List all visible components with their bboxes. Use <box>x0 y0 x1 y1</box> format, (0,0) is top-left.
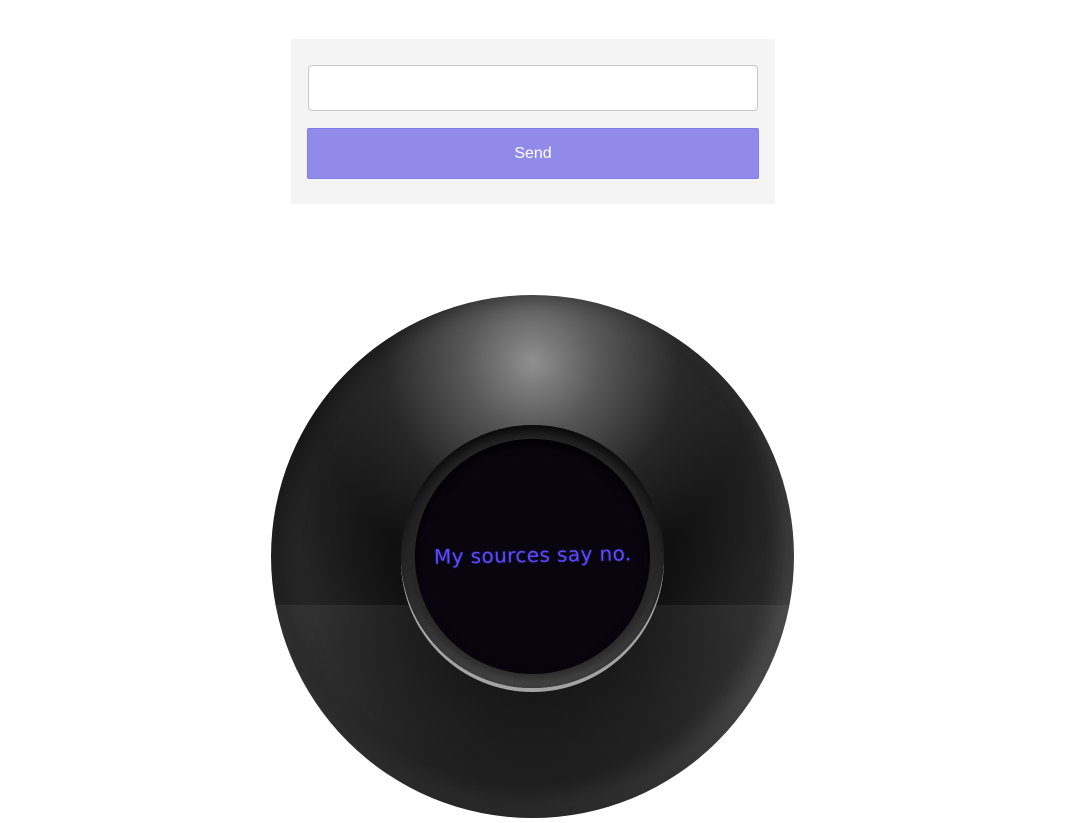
question-input[interactable] <box>308 65 758 111</box>
answer-window-ring: My sources say no. <box>401 425 664 688</box>
answer-window: My sources say no. <box>415 439 650 674</box>
answer-text: My sources say no. <box>433 541 632 569</box>
magic-eight-ball-page: Send My sources say no. <box>0 0 1083 823</box>
magic-eight-ball: My sources say no. <box>271 295 794 818</box>
question-form: Send <box>291 39 775 204</box>
send-button[interactable]: Send <box>307 128 759 179</box>
